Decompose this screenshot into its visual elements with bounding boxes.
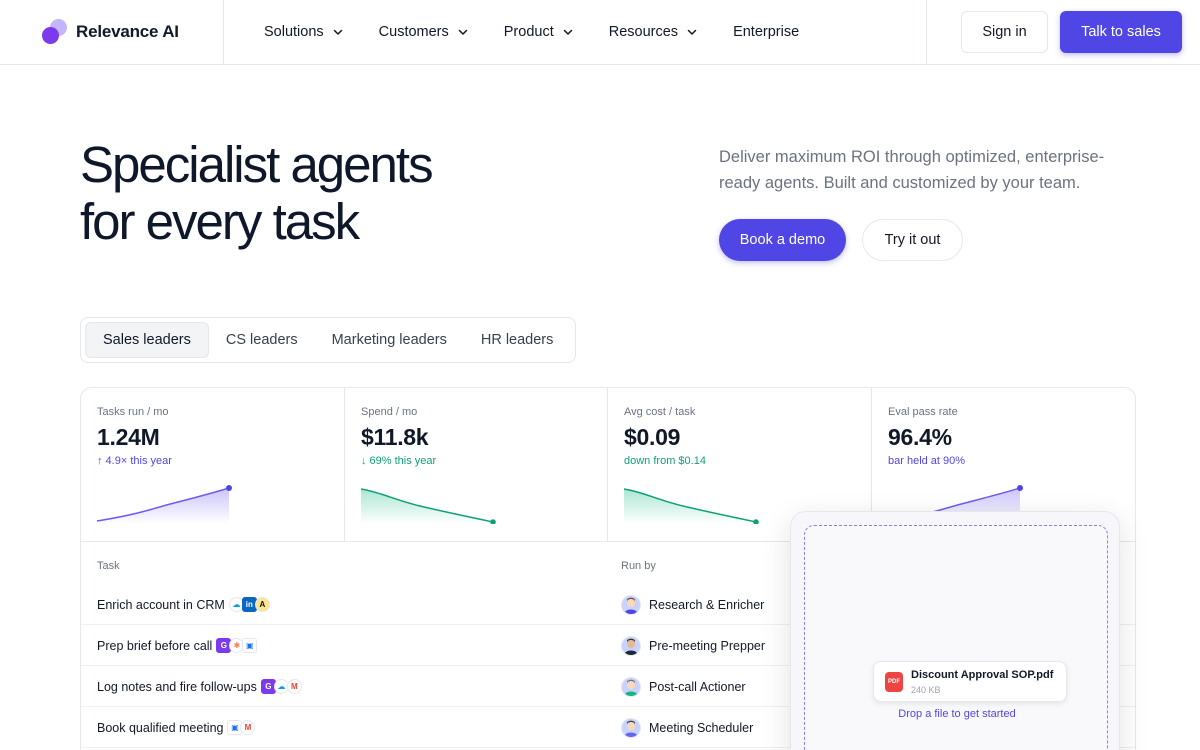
file-name: Discount Approval SOP.pdf [911, 669, 1054, 681]
gmail-icon: M [286, 679, 302, 694]
agent-name: Research & Enricher [649, 597, 765, 612]
brand[interactable]: Relevance AI [0, 0, 224, 64]
nav-item-label: Customers [378, 24, 449, 40]
column-header-task: Task [97, 560, 120, 572]
dropzone-hint: Drop a file to get started [898, 708, 1016, 720]
chevron-down-icon [458, 29, 468, 35]
hero-subtitle: Deliver maximum ROI through optimized, e… [719, 148, 1105, 192]
task-cell: Enrich account in CRM ☁ in A [97, 584, 270, 625]
integration-icons: ▣ M [227, 720, 256, 735]
nav-divider [926, 0, 927, 64]
run-by-cell: Post-call Actioner [621, 666, 746, 707]
talk-to-sales-button[interactable]: Talk to sales [1060, 11, 1182, 53]
stat-delta: ↓ 69% this year [361, 455, 437, 467]
agent-avatar-icon [621, 594, 641, 615]
task-cell: Prep brief before call G ✱ ▣ [97, 625, 258, 666]
tab-cs-leaders[interactable]: CS leaders [209, 322, 315, 358]
stat-label: Tasks run / mo [97, 406, 169, 418]
agent-avatar-icon [621, 635, 641, 656]
agent-avatar-icon [621, 676, 641, 697]
file-drop-panel: PDF Discount Approval SOP.pdf 240 KB Dro… [790, 511, 1120, 750]
sign-in-button[interactable]: Sign in [961, 11, 1048, 53]
tab-marketing-leaders[interactable]: Marketing leaders [315, 322, 464, 358]
tab-sales-leaders[interactable]: Sales leaders [85, 322, 209, 358]
task-cell: Book qualified meeting ▣ M [97, 707, 256, 748]
stat-delta: down from $0.14 [624, 455, 706, 467]
stat-label: Spend / mo [361, 406, 418, 418]
run-by-cell: Meeting Scheduler [621, 707, 753, 748]
agent-name: Pre-meeting Prepper [649, 638, 766, 653]
file-dropzone[interactable]: PDF Discount Approval SOP.pdf 240 KB Dro… [804, 525, 1108, 750]
integration-icons: ☁ in A [228, 597, 270, 612]
nav-item-label: Product [503, 24, 554, 40]
tab-hr-leaders[interactable]: HR leaders [464, 322, 571, 358]
book-demo-button[interactable]: Book a demo [719, 219, 846, 261]
nav-item-resources[interactable]: Resources [609, 24, 699, 40]
agent-name: Post-call Actioner [649, 679, 746, 694]
stat-spend: Spend / mo $11.8k ↓ 69% this year [345, 388, 608, 542]
task-cell: Log notes and fire follow-ups G ☁ M [97, 666, 302, 707]
stat-value: 1.24M [97, 424, 160, 450]
relevance-logo-icon [42, 19, 68, 45]
column-header-run-by: Run by [621, 560, 656, 572]
run-by-cell: Pre-meeting Prepper [621, 625, 765, 666]
uploaded-file-chip[interactable]: PDF Discount Approval SOP.pdf 240 KB [873, 661, 1067, 702]
integration-icons: G ✱ ▣ [216, 638, 258, 653]
audience-tabs: Sales leaders CS leaders Marketing leade… [80, 317, 576, 363]
nav-item-enterprise[interactable]: Enterprise [733, 24, 799, 40]
gmail-icon: M [240, 720, 256, 735]
nav-item-customers[interactable]: Customers [379, 24, 470, 40]
run-by-cell: Research & Enricher [621, 584, 764, 625]
stat-label: Avg cost / task [624, 406, 696, 418]
nav-item-label: Solutions [264, 24, 324, 40]
apollo-icon: A [254, 597, 270, 612]
pdf-file-icon: PDF [885, 672, 903, 692]
google-calendar-icon: ▣ [242, 638, 258, 653]
agent-name: Meeting Scheduler [649, 720, 754, 735]
nav-item-label: Enterprise [733, 24, 800, 40]
stat-tasks-run: Tasks run / mo 1.24M ↑ 4.9× this year [81, 388, 345, 542]
nav-item-label: Resources [608, 24, 679, 40]
nav-item-product[interactable]: Product [504, 24, 575, 40]
agent-avatar-icon [621, 717, 641, 738]
hero-title-line: for every task [80, 193, 360, 250]
sparkline-down [360, 488, 496, 524]
try-it-out-button[interactable]: Try it out [862, 219, 963, 261]
stat-label: Eval pass rate [888, 406, 958, 418]
hero-title-line: Specialist agents [80, 136, 434, 193]
chevron-down-icon [687, 29, 697, 35]
sparkline-up [96, 485, 232, 524]
chevron-down-icon [563, 29, 572, 35]
task-name: Book qualified meeting [97, 720, 224, 735]
task-name: Prep brief before call [97, 638, 213, 653]
brand-name: Relevance AI [76, 22, 179, 41]
task-name: Enrich account in CRM [97, 597, 225, 612]
stat-value: 96.4% [888, 424, 952, 450]
sparkline-down [623, 488, 759, 524]
stat-delta: bar held at 90% [888, 455, 966, 467]
site-header: Relevance AI Solutions Customers Product… [0, 0, 1200, 65]
hero-title: Specialist agents for every task [80, 136, 640, 250]
nav-item-solutions[interactable]: Solutions [264, 24, 345, 40]
stat-value: $11.8k [361, 424, 429, 450]
main-nav: Solutions Customers Product Resources En… [264, 0, 833, 64]
task-name: Log notes and fire follow-ups [97, 679, 257, 694]
stat-delta: ↑ 4.9× this year [97, 455, 172, 467]
file-size: 240 KB [911, 685, 941, 695]
stat-value: $0.09 [624, 424, 681, 450]
integration-icons: G ☁ M [260, 679, 302, 694]
chevron-down-icon [333, 29, 342, 35]
